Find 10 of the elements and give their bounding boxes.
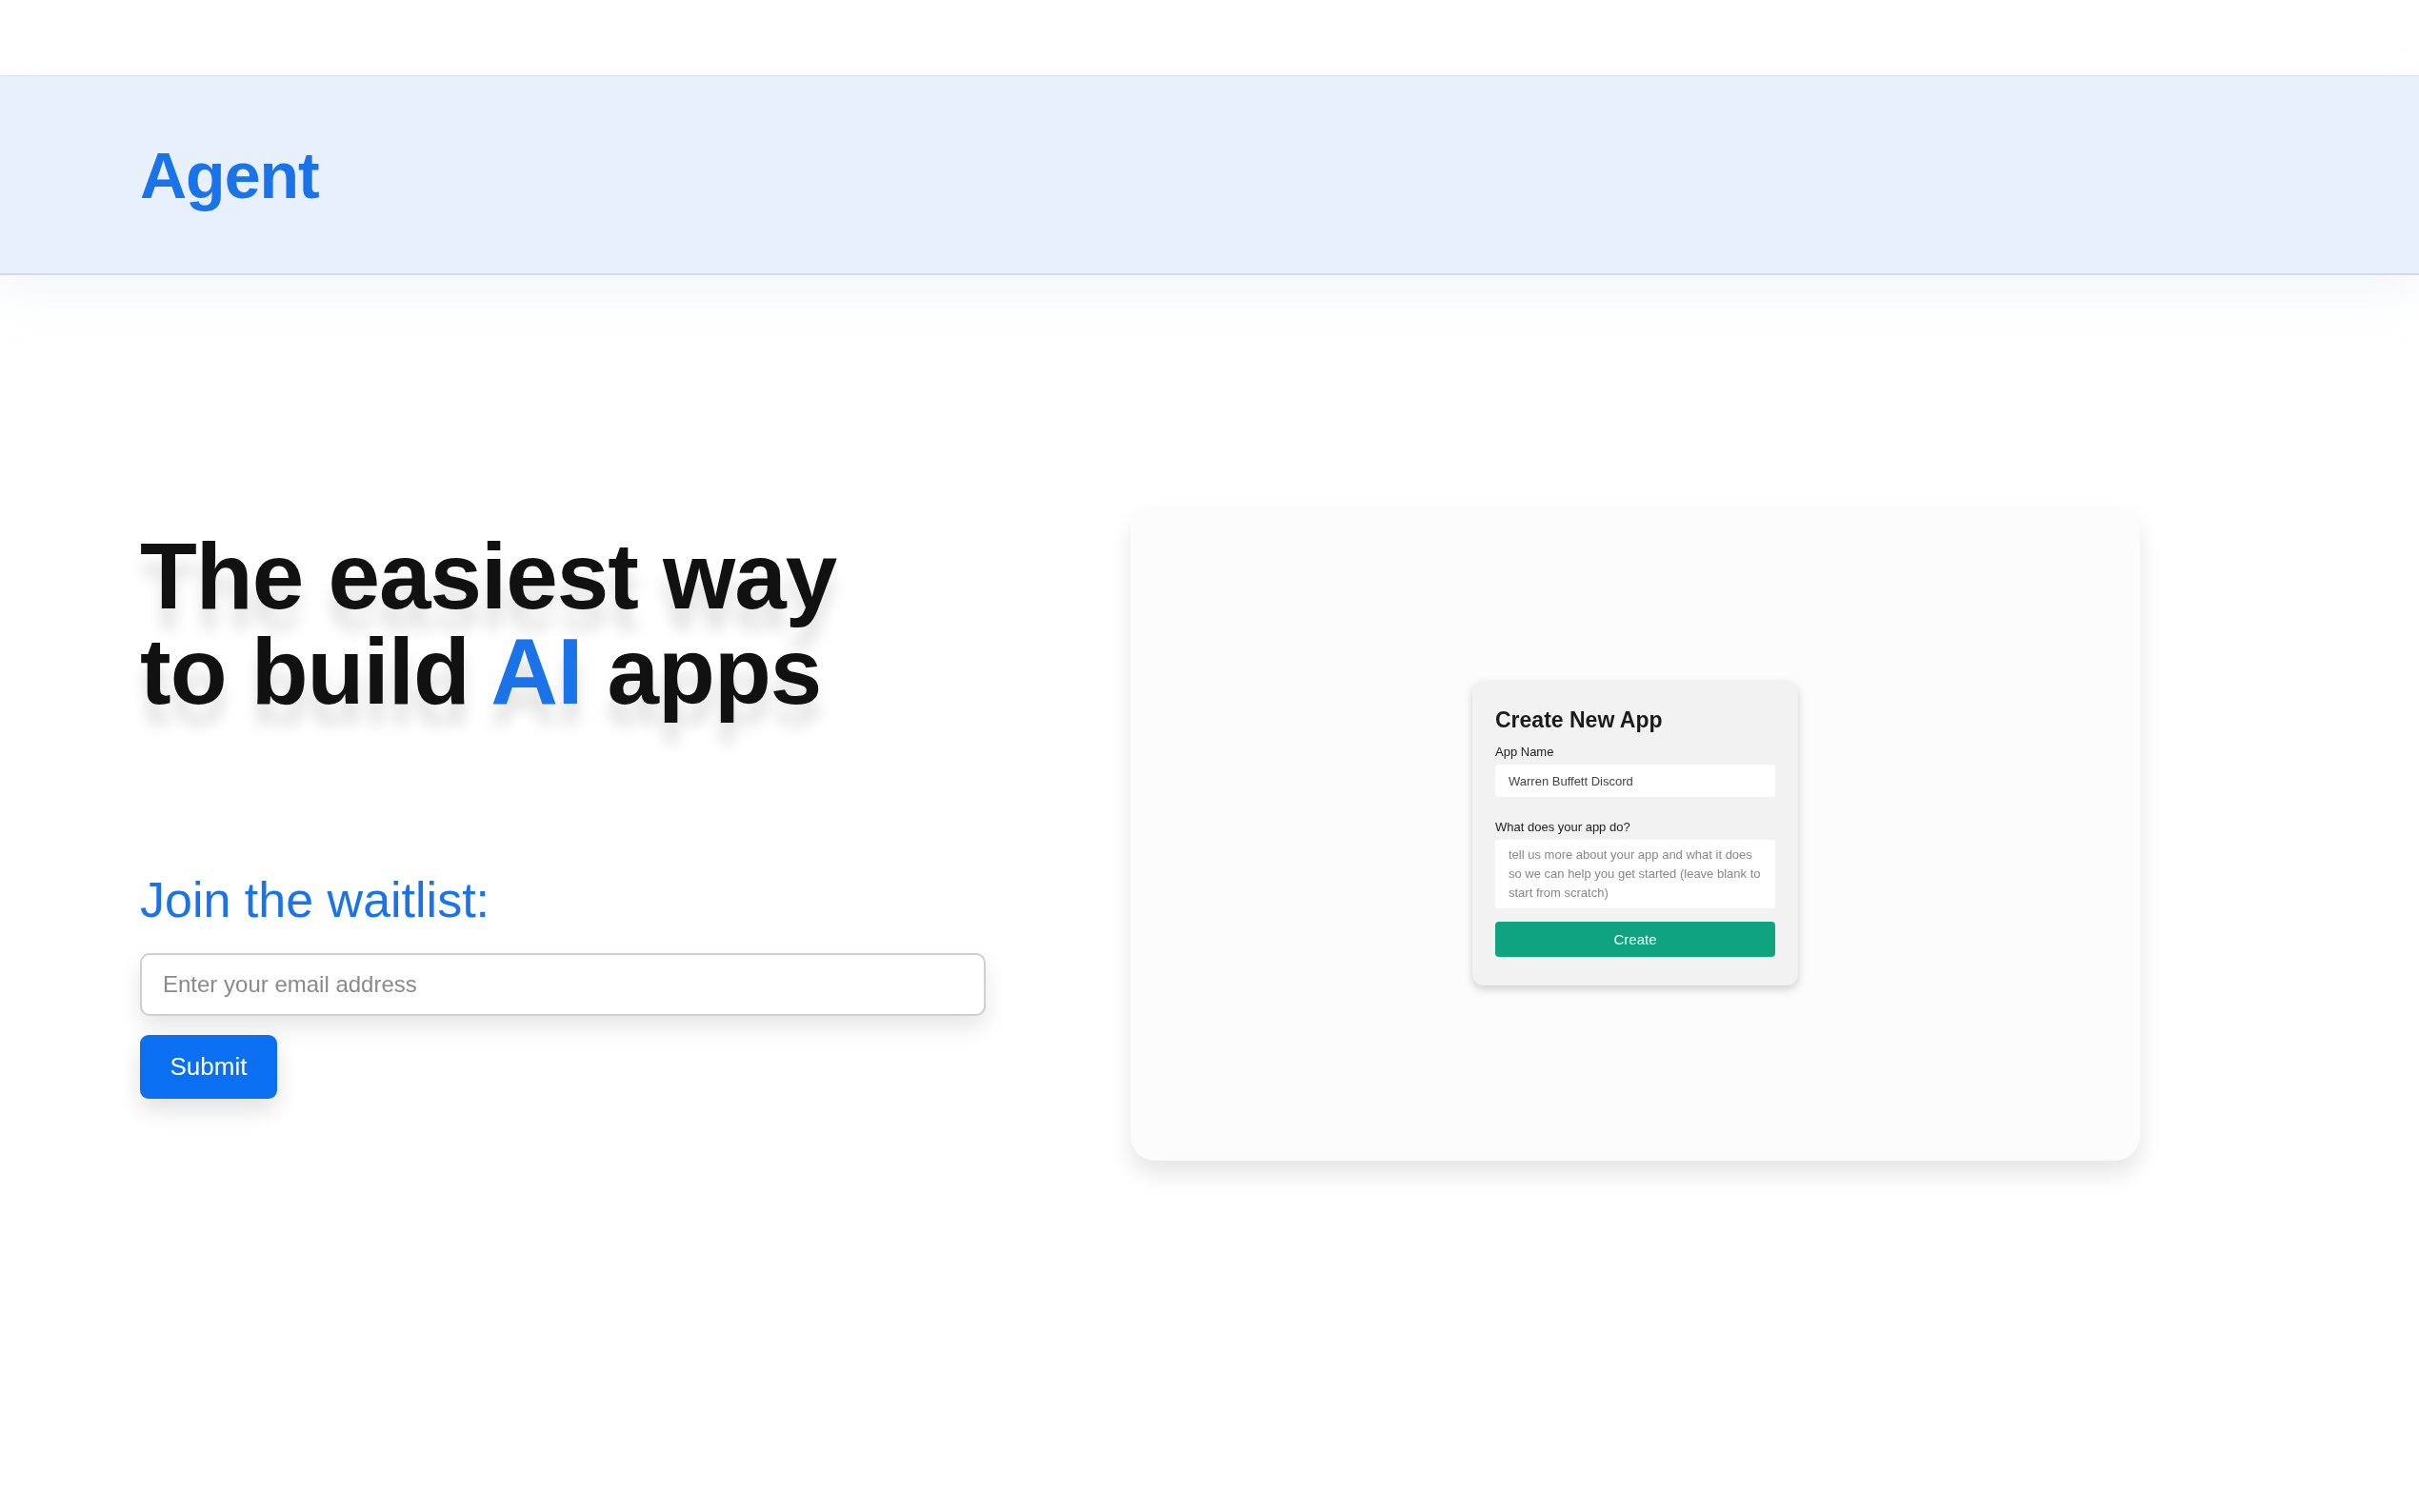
card-title: Create New App — [1495, 707, 1664, 733]
field-label: What does your app do? — [1495, 820, 1631, 834]
field-label: App Name — [1495, 745, 1555, 759]
waitlist-heading: Join the waitlist: — [140, 871, 491, 928]
submit-button[interactable]: Submit — [140, 1035, 277, 1099]
app-name-field[interactable]: Warren Buffett Discord — [1495, 765, 1775, 797]
email-field[interactable]: Enter your email address — [140, 953, 986, 1016]
logo[interactable]: Agent — [140, 137, 319, 212]
create-button[interactable]: Create — [1495, 922, 1775, 957]
description-field[interactable]: tell us more about your app and what it does so we can help you get started (leave blank to start from scratch) — [1495, 840, 1775, 908]
